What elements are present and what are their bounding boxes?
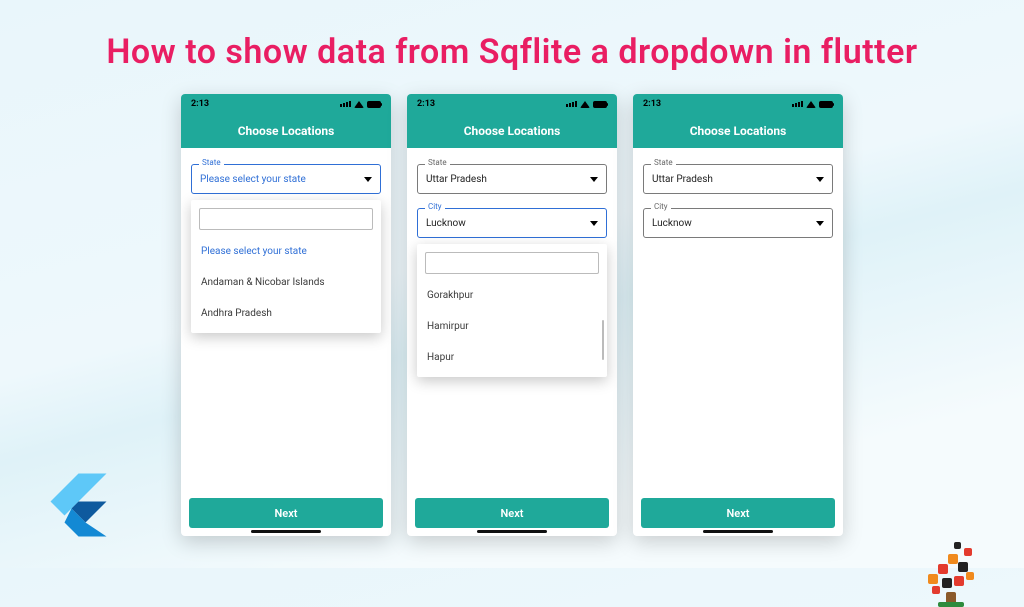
status-icons [566, 101, 607, 108]
chevron-down-icon [364, 177, 372, 182]
state-label: State [425, 158, 450, 167]
state-dropdown[interactable]: Uttar Pradesh [417, 164, 607, 194]
home-indicator [703, 530, 773, 533]
status-bar: 2:13 [407, 94, 617, 114]
chevron-down-icon [590, 177, 598, 182]
battery-icon [367, 101, 381, 108]
state-field-wrap: Uttar Pradesh State [417, 164, 607, 194]
next-button-label: Next [275, 507, 298, 520]
screen-content: Uttar Pradesh State Lucknow City Gorakhp… [407, 148, 617, 492]
state-value: Please select your state [200, 174, 306, 185]
status-time: 2:13 [643, 99, 661, 109]
phone-screen-2: 2:13 Choose Locations Uttar Pradesh Stat… [407, 94, 617, 536]
next-button-label: Next [501, 507, 524, 520]
status-time: 2:13 [191, 99, 209, 109]
home-indicator [477, 530, 547, 533]
next-button[interactable]: Next [415, 498, 609, 528]
wifi-icon [580, 101, 590, 108]
chevron-down-icon [816, 221, 824, 226]
dropdown-option[interactable]: Hamirpur [417, 311, 607, 342]
dropdown-search-input[interactable] [199, 208, 373, 230]
next-button[interactable]: Next [641, 498, 835, 528]
signal-icon [566, 101, 577, 107]
city-value: Lucknow [652, 218, 692, 229]
city-label: City [651, 202, 671, 211]
state-field-wrap: Uttar Pradesh State [643, 164, 833, 194]
dropdown-option[interactable]: Andhra Pradesh [191, 298, 381, 329]
state-value: Uttar Pradesh [426, 174, 487, 185]
battery-icon [593, 101, 607, 108]
app-bar-title: Choose Locations [238, 124, 335, 138]
phones-row: 2:13 Choose Locations Please select your… [0, 94, 1024, 536]
city-field-wrap: Lucknow City [643, 208, 833, 238]
wifi-icon [806, 101, 816, 108]
app-bar: Choose Locations [407, 114, 617, 148]
city-field-wrap: Lucknow City Gorakhpur Hamirpur Hapur [417, 208, 607, 238]
next-button-label: Next [727, 507, 750, 520]
phone-screen-1: 2:13 Choose Locations Please select your… [181, 94, 391, 536]
signal-icon [340, 101, 351, 107]
dropdown-option[interactable]: Gorakhpur [417, 280, 607, 311]
state-dropdown-menu: Please select your state Andaman & Nicob… [191, 200, 381, 333]
next-button[interactable]: Next [189, 498, 383, 528]
dropdown-option[interactable]: Please select your state [191, 236, 381, 267]
state-dropdown[interactable]: Uttar Pradesh [643, 164, 833, 194]
screen-content: Uttar Pradesh State Lucknow City [633, 148, 843, 492]
state-field-wrap: Please select your state State Please se… [191, 164, 381, 194]
status-bar: 2:13 [181, 94, 391, 114]
home-indicator [251, 530, 321, 533]
screen-content: Please select your state State Please se… [181, 148, 391, 492]
app-bar-title: Choose Locations [690, 124, 787, 138]
wifi-icon [354, 101, 364, 108]
city-dropdown[interactable]: Lucknow [417, 208, 607, 238]
status-icons [792, 101, 833, 108]
page-title: How to show data from Sqflite a dropdown… [0, 0, 1024, 72]
city-dropdown-menu: Gorakhpur Hamirpur Hapur [417, 244, 607, 377]
state-label: State [199, 158, 224, 167]
chevron-down-icon [816, 177, 824, 182]
chevron-down-icon [590, 221, 598, 226]
app-bar: Choose Locations [181, 114, 391, 148]
battery-icon [819, 101, 833, 108]
dropdown-search-input[interactable] [425, 252, 599, 274]
flutter-logo-icon [40, 470, 110, 540]
phone-screen-3: 2:13 Choose Locations Uttar Pradesh Stat… [633, 94, 843, 536]
state-value: Uttar Pradesh [652, 174, 713, 185]
status-time: 2:13 [417, 99, 435, 109]
status-icons [340, 101, 381, 108]
app-bar: Choose Locations [633, 114, 843, 148]
city-dropdown[interactable]: Lucknow [643, 208, 833, 238]
dropdown-option[interactable]: Andaman & Nicobar Islands [191, 267, 381, 298]
app-bar-title: Choose Locations [464, 124, 561, 138]
city-value: Lucknow [426, 218, 466, 229]
state-dropdown[interactable]: Please select your state [191, 164, 381, 194]
signal-icon [792, 101, 803, 107]
dropdown-scrollbar[interactable] [602, 320, 604, 360]
status-bar: 2:13 [633, 94, 843, 114]
dropdown-option[interactable]: Hapur [417, 342, 607, 373]
state-label: State [651, 158, 676, 167]
city-label: City [425, 202, 445, 211]
